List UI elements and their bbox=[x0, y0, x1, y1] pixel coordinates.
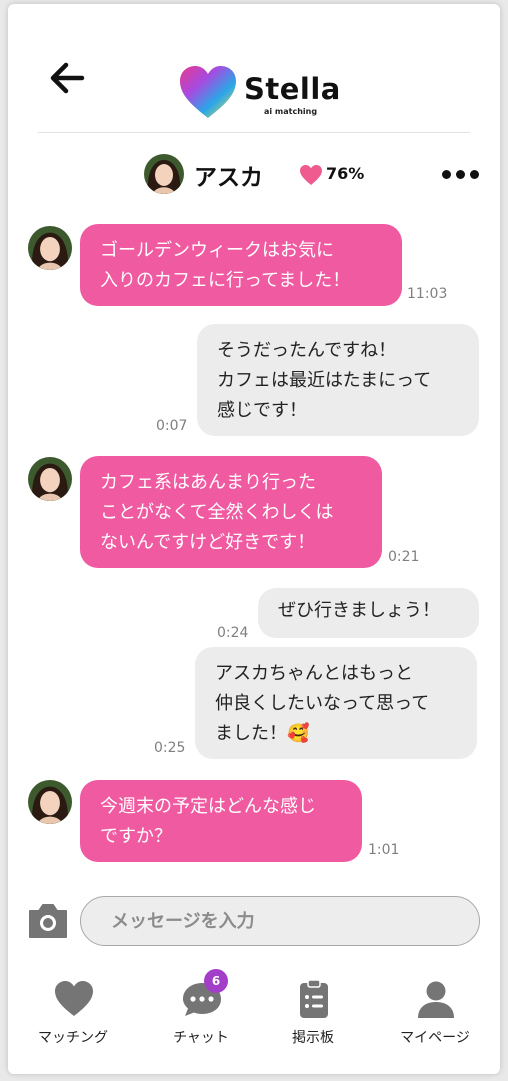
clipboard-list-icon bbox=[300, 979, 328, 1018]
message-bubble-incoming: カフェ系はあんまり行った ことがなくて全然くわしくは ないんですけど好きです！ bbox=[80, 456, 382, 568]
message-time: 1:01 bbox=[368, 842, 400, 858]
sender-avatar[interactable] bbox=[28, 457, 72, 501]
more-dots-icon bbox=[442, 170, 451, 179]
message-bubble-outgoing: そうだったんですね！ カフェは最近はたまにって 感じです！ bbox=[197, 324, 479, 436]
message-time: 0:21 bbox=[388, 549, 420, 565]
match-percentage: 76% bbox=[326, 164, 365, 183]
app-screen: Stella ai matching アスカ 76% ゴールデンウィークはお気に… bbox=[8, 4, 500, 1074]
profile-avatar[interactable] bbox=[144, 154, 184, 194]
user-icon bbox=[418, 981, 454, 1018]
bottom-nav: マッチング 6 チャット 掲示板 マイページ bbox=[8, 964, 500, 1074]
nav-item-board[interactable]: 掲示板 bbox=[258, 964, 368, 1064]
heart-icon bbox=[55, 981, 93, 1016]
unread-badge: 6 bbox=[204, 969, 228, 993]
message-bubble-outgoing: アスカちゃんとはもっと 仲良くしたいなって思って ました！🥰 bbox=[195, 647, 477, 759]
more-dot bbox=[470, 170, 479, 179]
message-time: 0:07 bbox=[156, 418, 188, 434]
message-bubble-incoming: ゴールデンウィークはお気に 入りのカフェに行ってました！ bbox=[80, 224, 402, 306]
heart-icon bbox=[300, 165, 322, 185]
nav-label: マイページ bbox=[400, 1030, 470, 1046]
message-input[interactable] bbox=[80, 896, 480, 946]
message-time: 0:24 bbox=[217, 625, 249, 641]
profile-name: アスカ bbox=[194, 165, 263, 191]
more-options-button[interactable] bbox=[440, 162, 482, 186]
nav-label: マッチング bbox=[38, 1030, 108, 1046]
logo-text: Stella bbox=[244, 72, 341, 106]
message-bubble-outgoing: ぜひ行きましょう！ bbox=[258, 588, 479, 638]
avatar-image bbox=[28, 226, 72, 270]
nav-item-chat[interactable]: 6 チャット bbox=[146, 964, 256, 1064]
back-button[interactable] bbox=[46, 58, 90, 98]
sender-avatar[interactable] bbox=[28, 226, 72, 270]
avatar-image bbox=[28, 780, 72, 824]
nav-item-mypage[interactable]: マイページ bbox=[380, 964, 490, 1064]
avatar-image bbox=[28, 457, 72, 501]
avatar-image bbox=[144, 154, 184, 194]
camera-button[interactable] bbox=[26, 901, 70, 941]
message-time: 11:03 bbox=[407, 286, 448, 302]
nav-item-matching[interactable]: マッチング bbox=[18, 964, 128, 1064]
nav-label: 掲示板 bbox=[292, 1030, 334, 1046]
header-divider bbox=[38, 132, 470, 133]
logo-heart-icon bbox=[180, 66, 236, 118]
sender-avatar[interactable] bbox=[28, 780, 72, 824]
nav-label: チャット bbox=[173, 1030, 229, 1046]
camera-icon bbox=[29, 904, 67, 938]
more-dot bbox=[456, 170, 465, 179]
message-bubble-incoming: 今週末の予定はどんな感じ ですか？ bbox=[80, 780, 362, 862]
message-time: 0:25 bbox=[154, 740, 186, 756]
app-logo: Stella ai matching bbox=[178, 62, 341, 124]
logo-subtitle: ai matching bbox=[264, 107, 318, 116]
arrow-left-icon bbox=[50, 62, 85, 94]
